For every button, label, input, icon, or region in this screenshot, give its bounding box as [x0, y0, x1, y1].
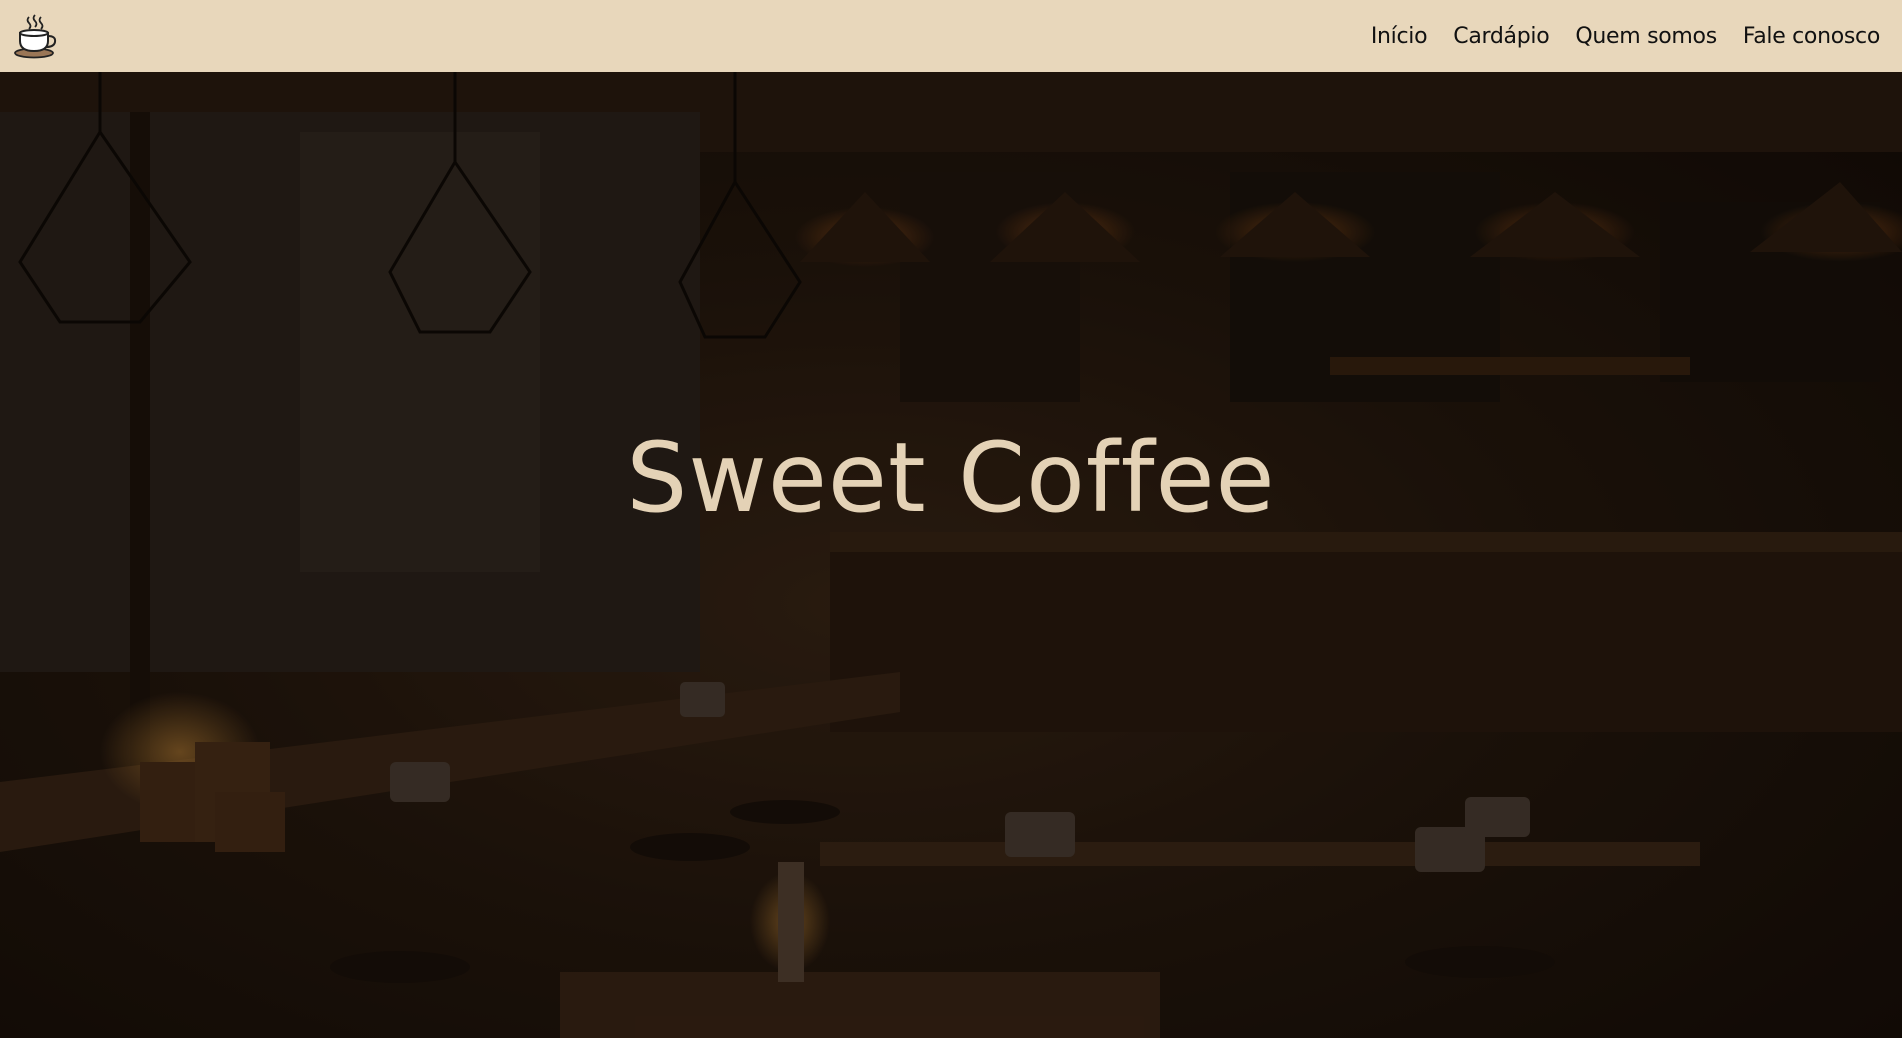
- hero-section: Sweet Coffee: [0, 72, 1902, 1038]
- nav-link-inicio[interactable]: Início: [1371, 24, 1428, 49]
- nav-link-cardapio[interactable]: Cardápio: [1453, 24, 1549, 49]
- nav-link-fale-conosco[interactable]: Fale conosco: [1743, 24, 1880, 49]
- hero-dark-overlay: [0, 72, 1902, 1038]
- coffee-cup-icon: [14, 14, 57, 59]
- hero-title: Sweet Coffee: [626, 422, 1276, 534]
- main-nav: Início Cardápio Quem somos Fale conosco: [1371, 24, 1880, 49]
- logo-link[interactable]: [12, 12, 60, 60]
- top-navbar: Início Cardápio Quem somos Fale conosco: [0, 0, 1902, 72]
- nav-link-quem-somos[interactable]: Quem somos: [1575, 24, 1717, 49]
